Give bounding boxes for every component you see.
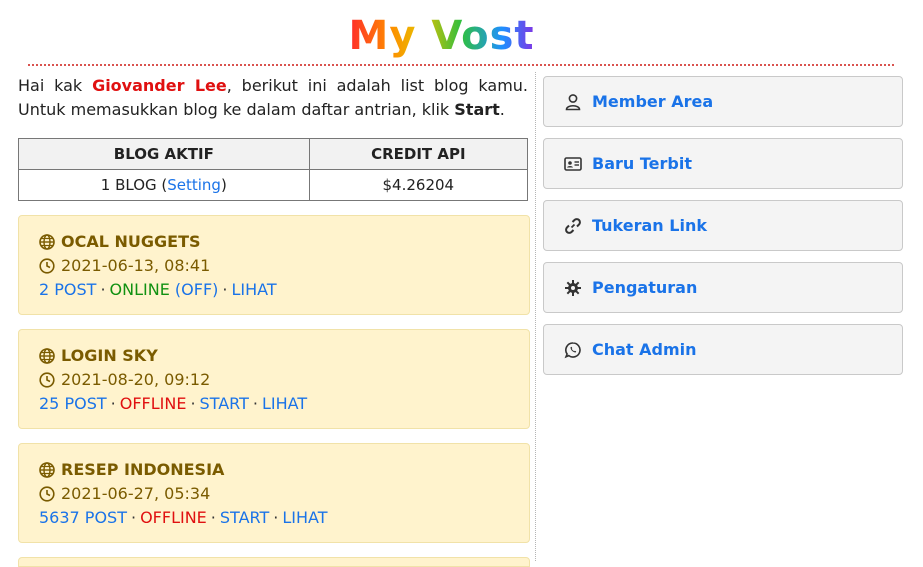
trademark-symbol: ™: [549, 18, 575, 46]
main-column: Hai kak Giovander Lee, berikut ini adala…: [18, 72, 530, 567]
user-icon: [565, 93, 581, 110]
intro-end: .: [499, 100, 505, 119]
blog-card-partial: [18, 557, 530, 567]
status-online: ONLINE: [109, 280, 170, 299]
blog-aktif-header: BLOG AKTIF: [18, 138, 310, 170]
blog-meta-row: 25 POST · OFFLINE · START · LIHAT: [39, 392, 509, 416]
separator: ·: [222, 280, 228, 299]
start-link[interactable]: START: [200, 394, 249, 413]
site-header: My Vost ™: [0, 0, 923, 66]
blog-card: LOGIN SKY 2021-08-20, 09:12 25 POST · OFFL…: [18, 329, 530, 429]
toggle-open-paren: (: [169, 280, 182, 299]
menu-member-area[interactable]: Member Area: [543, 76, 903, 127]
blog-name: RESEP INDONESIA: [61, 460, 225, 479]
separator: ·: [273, 508, 279, 527]
blog-date: 2021-08-20, 09:12: [61, 370, 211, 389]
blog-title-row: RESEP INDONESIA: [39, 458, 509, 482]
clock-icon: [39, 258, 55, 274]
summary-header-row: BLOG AKTIF CREDIT API: [18, 138, 529, 170]
clock-icon: [39, 486, 55, 502]
menu-chat-admin[interactable]: Chat Admin: [543, 324, 903, 375]
setting-link[interactable]: Setting: [167, 176, 221, 194]
side-menu: Member Area Baru Terbit Tukeran Link Pen…: [543, 76, 903, 386]
menu-label: Member Area: [592, 92, 714, 111]
blog-aktif-cell: 1 BLOG (Setting): [18, 169, 310, 201]
summary-value-row: 1 BLOG (Setting) $4.26204: [18, 169, 529, 201]
credit-api-header: CREDIT API: [308, 138, 529, 170]
globe-icon: [39, 234, 55, 250]
menu-pengaturan[interactable]: Pengaturan: [543, 262, 903, 313]
blog-title-row: LOGIN SKY: [39, 344, 509, 368]
separator: ·: [130, 508, 137, 527]
toggle-close-paren: ): [212, 280, 219, 299]
post-count-link[interactable]: 2 POST: [39, 280, 96, 299]
column-divider: [535, 72, 536, 561]
menu-tukeran-link[interactable]: Tukeran Link: [543, 200, 903, 251]
site-title: My Vost: [348, 13, 535, 59]
blog-card: OCAL NUGGETS 2021-06-13, 08:41 2 POST · ON…: [18, 215, 530, 315]
view-link[interactable]: LIHAT: [262, 394, 307, 413]
start-keyword: Start: [454, 100, 500, 119]
post-count-link[interactable]: 25 POST: [39, 394, 107, 413]
blog-date: 2021-06-13, 08:41: [61, 256, 211, 275]
blog-count-close: ): [220, 176, 227, 194]
blog-meta-row: 2 POST · ONLINE (OFF) · LIHAT: [39, 278, 509, 302]
blog-count: 1 BLOG (: [100, 176, 168, 194]
blog-name: OCAL NUGGETS: [61, 232, 201, 251]
separator: ·: [252, 394, 258, 413]
blog-name: LOGIN SKY: [61, 346, 158, 365]
header-divider: [28, 64, 894, 66]
credit-api-value: $4.26204: [308, 169, 529, 201]
blog-meta-row: 5637 POST · OFFLINE · START · LIHAT: [39, 506, 509, 530]
blog-date-row: 2021-08-20, 09:12: [39, 368, 509, 392]
site-logo[interactable]: My Vost ™: [349, 12, 575, 60]
gear-icon: [565, 279, 581, 296]
menu-label: Tukeran Link: [592, 216, 707, 235]
menu-baru-terbit[interactable]: Baru Terbit: [543, 138, 903, 189]
toggle-off-link[interactable]: OFF: [181, 280, 212, 299]
id-card-icon: [564, 156, 582, 171]
intro-text: Hai kak Giovander Lee, berikut ini adala…: [18, 74, 528, 122]
status-offline: OFFLINE: [140, 508, 207, 527]
link-icon: [565, 217, 581, 234]
globe-icon: [39, 348, 55, 364]
menu-label: Baru Terbit: [592, 154, 692, 173]
blog-date: 2021-06-27, 05:34: [61, 484, 211, 503]
blog-date-row: 2021-06-27, 05:34: [39, 482, 509, 506]
separator: ·: [210, 508, 216, 527]
status-offline: OFFLINE: [119, 394, 187, 413]
globe-icon: [39, 462, 55, 478]
view-link[interactable]: LIHAT: [231, 280, 276, 299]
blog-title-row: OCAL NUGGETS: [39, 230, 509, 254]
menu-label: Pengaturan: [592, 278, 698, 297]
separator: ·: [190, 394, 196, 413]
menu-label: Chat Admin: [592, 340, 697, 359]
blog-card: RESEP INDONESIA 2021-06-27, 05:34 5637 P…: [18, 443, 530, 543]
greeting-text: Hai kak: [18, 76, 93, 95]
separator: ·: [100, 280, 106, 299]
clock-icon: [39, 372, 55, 388]
blog-date-row: 2021-06-13, 08:41: [39, 254, 509, 278]
whatsapp-icon: [564, 341, 581, 358]
user-name: Giovander Lee: [92, 76, 227, 95]
start-link[interactable]: START: [220, 508, 269, 527]
view-link[interactable]: LIHAT: [282, 508, 327, 527]
summary-table: BLOG AKTIF CREDIT API 1 BLOG (Setting) $…: [18, 138, 529, 201]
separator: ·: [110, 394, 116, 413]
post-count-link[interactable]: 5637 POST: [39, 508, 127, 527]
